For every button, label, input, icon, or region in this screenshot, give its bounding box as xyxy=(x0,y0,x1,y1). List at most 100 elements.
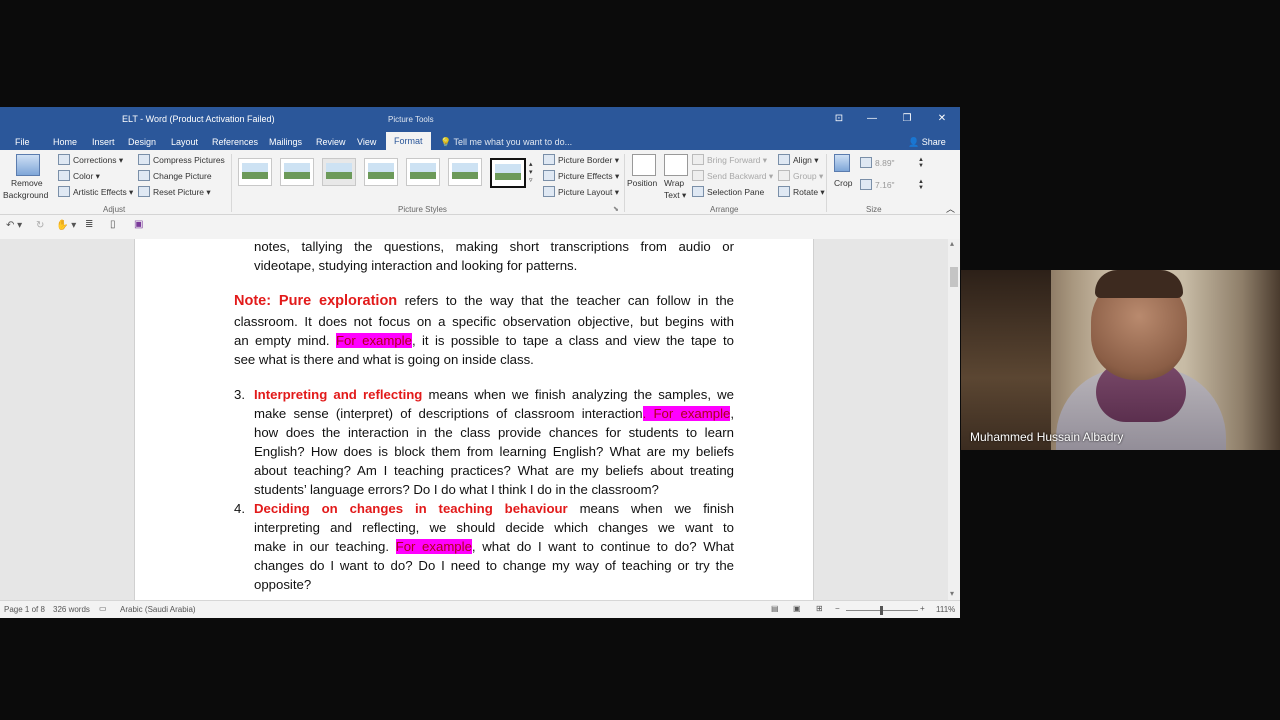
group-icon xyxy=(778,170,790,181)
save-icon[interactable]: ▣ xyxy=(134,219,143,230)
height-spinner-icon[interactable]: ▲ ▼ xyxy=(918,157,924,169)
tab-references[interactable]: References xyxy=(212,134,258,150)
reset-picture-button[interactable]: Reset Picture ▾ xyxy=(138,186,211,198)
scroll-thumb[interactable] xyxy=(950,267,958,287)
highlighted-for-example: For example xyxy=(395,539,472,554)
read-mode-icon[interactable]: ▤ xyxy=(771,604,779,613)
tab-insert[interactable]: Insert xyxy=(92,134,115,150)
remove-background-label-2[interactable]: Background xyxy=(3,190,48,200)
text-run: an empty mind. xyxy=(234,333,336,348)
paragraph-icon[interactable]: ≣ xyxy=(85,219,93,230)
picture-style-thumb[interactable] xyxy=(406,158,440,186)
vertical-scrollbar[interactable]: ▴ ▾ xyxy=(948,239,960,600)
remove-background-label-1[interactable]: Remove xyxy=(11,178,43,188)
tab-review[interactable]: Review xyxy=(316,134,346,150)
tab-file[interactable]: File xyxy=(15,134,30,150)
zoom-level[interactable]: 111% xyxy=(936,605,955,614)
wrap-text-icon[interactable] xyxy=(664,154,688,176)
color-button[interactable]: Color ▾ xyxy=(58,170,100,182)
picture-style-thumb[interactable] xyxy=(322,158,356,186)
list-number: 4. xyxy=(234,501,245,516)
align-button[interactable]: Align ▾ xyxy=(778,154,819,166)
picture-effects-button[interactable]: Picture Effects ▾ xyxy=(543,170,619,182)
compress-pictures-button[interactable]: Compress Pictures xyxy=(138,154,225,165)
artistic-effects-button[interactable]: Artistic Effects ▾ xyxy=(58,186,133,198)
text-run: , xyxy=(730,406,734,421)
picture-style-thumb[interactable] xyxy=(238,158,272,186)
close-button[interactable]: ✕ xyxy=(933,111,951,127)
text-run: means when we finish xyxy=(567,501,734,516)
picture-style-thumb[interactable] xyxy=(280,158,314,186)
tell-me-box[interactable]: 💡 Tell me what you want to do... xyxy=(440,134,572,150)
rotate-button[interactable]: Rotate ▾ xyxy=(778,186,825,198)
text-run: means when we finish analyzing the sampl… xyxy=(422,387,734,402)
selection-pane-button[interactable]: Selection Pane xyxy=(692,186,764,197)
crop-icon[interactable] xyxy=(834,154,850,172)
text-line: opposite? xyxy=(254,577,311,592)
height-field[interactable]: 8.89" xyxy=(860,157,895,168)
participant-name: Muhammed Hussain Albadry xyxy=(970,430,1124,444)
collapse-ribbon-icon[interactable]: ︿ xyxy=(946,202,955,215)
ribbon-display-options-icon[interactable]: ⊡ xyxy=(830,111,848,127)
video-participant-tile[interactable]: Muhammed Hussain Albadry xyxy=(961,270,1280,450)
picture-layout-button[interactable]: Picture Layout ▾ xyxy=(543,186,619,198)
width-field[interactable]: 7.16" xyxy=(860,179,895,190)
tab-layout[interactable]: Layout xyxy=(171,134,198,150)
text-line: students’ language errors? Do I do what … xyxy=(254,482,659,497)
text-run: classroom. It does not focus on a specif… xyxy=(234,314,734,329)
corrections-button[interactable]: Corrections ▾ xyxy=(58,154,123,166)
text-run: videotape, studying interaction and look… xyxy=(254,258,578,273)
text-run: refers to the way that the teacher can f… xyxy=(397,293,734,308)
wrap-text-label-2[interactable]: Text ▾ xyxy=(664,190,686,201)
tab-home[interactable]: Home xyxy=(53,134,77,150)
picture-style-thumb[interactable] xyxy=(448,158,482,186)
corrections-label: Corrections ▾ xyxy=(73,155,124,165)
touch-mode-icon[interactable]: ✋ ▾ xyxy=(56,220,76,231)
tab-format[interactable]: Format xyxy=(386,132,431,150)
bring-forward-button[interactable]: Bring Forward ▾ xyxy=(692,154,767,166)
word-count[interactable]: 326 words xyxy=(53,605,90,614)
print-layout-icon[interactable]: ▣ xyxy=(793,604,801,613)
tab-view[interactable]: View xyxy=(357,134,376,150)
color-label: Color ▾ xyxy=(73,171,100,181)
change-picture-button[interactable]: Change Picture xyxy=(138,170,212,181)
send-backward-icon xyxy=(692,170,704,181)
redo-icon[interactable]: ↻ xyxy=(36,220,44,231)
scroll-up-icon[interactable]: ▴ xyxy=(950,239,954,248)
tab-design[interactable]: Design xyxy=(128,134,156,150)
send-backward-button[interactable]: Send Backward ▾ xyxy=(692,170,773,182)
undo-icon[interactable]: ↶ ▾ xyxy=(6,220,22,231)
text-line: an empty mind. For example, it is possib… xyxy=(234,333,734,348)
new-document-icon[interactable]: ▯ xyxy=(110,219,116,230)
language-indicator[interactable]: Arabic (Saudi Arabia) xyxy=(120,605,196,614)
picture-border-button[interactable]: Picture Border ▾ xyxy=(543,154,619,166)
restore-button[interactable]: ❐ xyxy=(898,111,916,127)
zoom-out-button[interactable]: − xyxy=(835,604,840,613)
width-spinner-icon[interactable]: ▲ ▼ xyxy=(918,179,924,191)
minimize-button[interactable]: — xyxy=(863,111,881,127)
group-divider xyxy=(624,154,625,212)
text-run: about teaching? Am I teaching practices?… xyxy=(254,463,734,478)
proofing-icon[interactable]: ▭ xyxy=(99,604,107,613)
picture-style-thumb[interactable] xyxy=(490,158,526,188)
picture-border-label: Picture Border ▾ xyxy=(558,155,619,165)
word-window: ELT - Word (Product Activation Failed) P… xyxy=(0,107,960,618)
position-icon[interactable] xyxy=(632,154,656,176)
tab-mailings[interactable]: Mailings xyxy=(269,134,302,150)
remove-background-icon[interactable] xyxy=(16,154,40,176)
share-button[interactable]: 👤 Share xyxy=(908,134,946,150)
page-count[interactable]: Page 1 of 8 xyxy=(4,605,45,614)
document-page[interactable]: notes, tallying the questions, making sh… xyxy=(134,239,814,600)
web-layout-icon[interactable]: ⊞ xyxy=(816,604,823,613)
dialog-launcher-icon[interactable]: ⬊ xyxy=(613,205,619,213)
scroll-down-icon[interactable]: ▾ xyxy=(950,589,954,598)
zoom-slider-thumb[interactable] xyxy=(880,606,883,615)
wrap-text-label-1[interactable]: Wrap xyxy=(664,178,684,188)
position-label[interactable]: Position xyxy=(627,178,657,188)
picture-style-thumb[interactable] xyxy=(364,158,398,186)
zoom-in-button[interactable]: + xyxy=(920,604,925,613)
gallery-scroll-icon[interactable]: ▴ ▾ ▿ xyxy=(529,160,533,184)
crop-label[interactable]: Crop xyxy=(834,178,852,188)
selection-pane-label: Selection Pane xyxy=(707,187,765,197)
group-button[interactable]: Group ▾ xyxy=(778,170,823,182)
